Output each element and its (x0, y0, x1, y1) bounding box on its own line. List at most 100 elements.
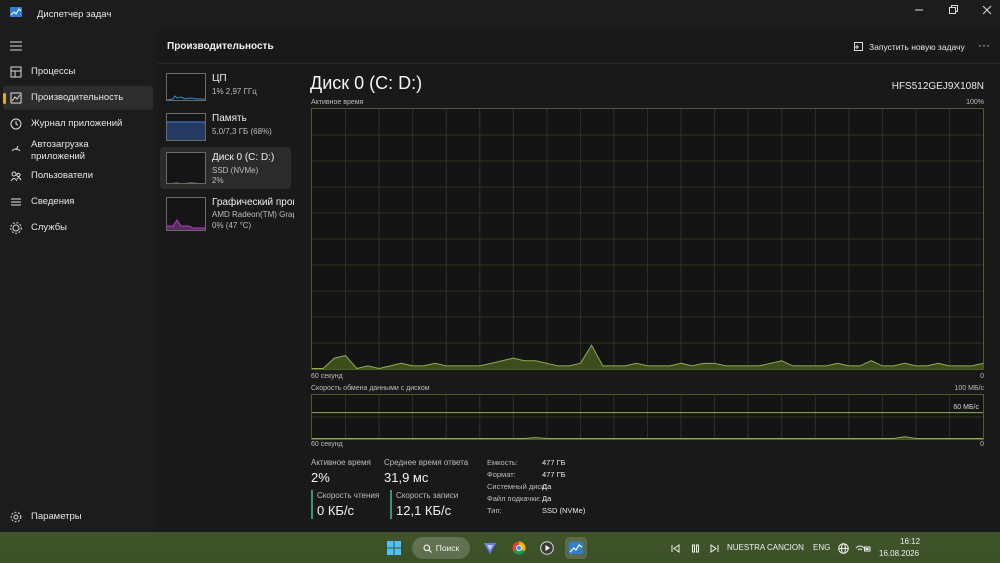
device-usage: 0% (47 °C) (212, 221, 252, 230)
taskbar: Поиск NUESTRA CANCION ENG 16:12 16.08.20… (0, 532, 1000, 563)
taskbar-app-chrome[interactable] (509, 537, 529, 559)
gear-icon (10, 511, 22, 523)
prop-type-key: Тип: (487, 506, 502, 515)
active-time-max: 100% (966, 99, 984, 106)
nav-label-services: Службы (31, 222, 67, 233)
search-icon (423, 544, 432, 553)
device-name: Диск 0 (C: D:) (212, 152, 275, 163)
clock-date[interactable]: 16.08.2026 (879, 549, 919, 558)
window-title: Диспетчер задач (37, 9, 112, 20)
nav-label-app-history: Журнал приложений (31, 118, 123, 129)
disk-model: HFS512GEJ9X108N (891, 81, 984, 92)
transfer-xlabel: 60 секунд (311, 441, 343, 448)
nav-item-app-history[interactable]: Журнал приложений (3, 112, 153, 136)
search-label: Поиск (435, 543, 460, 553)
read-speed-bar (311, 490, 313, 519)
media-next-button[interactable] (707, 537, 721, 559)
stat-read-value: 0 КБ/с (317, 503, 355, 518)
start-button[interactable] (383, 537, 405, 559)
nav-item-performance[interactable]: Производительность (3, 86, 153, 110)
prop-system-disk-value: Да (542, 482, 552, 491)
taskbar-search-button[interactable]: Поиск (412, 537, 470, 559)
run-task-label: Запустить новую задачу (869, 42, 965, 52)
device-cpu[interactable]: ЦП 1% 2,97 ГГц (160, 71, 291, 113)
taskbar-app-media-player[interactable] (537, 537, 557, 559)
stat-response-label: Среднее время ответа (384, 458, 469, 467)
cpu-thumbnail-graph (166, 73, 206, 101)
transfer-max: 100 МБ/с (954, 385, 985, 392)
stat-active-time-value: 2% (311, 470, 330, 485)
disk-thumbnail-graph (166, 152, 206, 184)
run-task-icon (854, 42, 863, 51)
nav-item-processes[interactable]: Процессы (3, 60, 153, 84)
page-title: Производительность (167, 41, 274, 52)
stat-read-label: Скорость чтения (317, 491, 380, 500)
transfer-rate-chart: 60 МБ/с (311, 394, 984, 440)
active-time-gridlines (312, 109, 983, 369)
device-gpu-0[interactable]: Графический процессор 0 AMD Radeon(TM) G… (160, 195, 294, 237)
globe-icon (837, 542, 849, 554)
nav-item-startup-apps[interactable]: Автозагрузка приложений (3, 136, 153, 166)
active-time-min: 0 (980, 373, 984, 380)
transfer-rate-plot (312, 395, 983, 439)
language-globe-button[interactable] (836, 537, 850, 559)
clock-time[interactable]: 16:12 (900, 537, 920, 546)
disk-thumbnail-svg (171, 182, 200, 183)
nav-item-users[interactable]: Пользователи (3, 164, 153, 188)
nav-item-details[interactable]: Сведения (3, 190, 153, 214)
restore-button[interactable] (938, 0, 968, 20)
content-header: Производительность Запустить новую задач… (157, 30, 1000, 64)
next-track-icon (710, 543, 718, 553)
nav-item-services[interactable]: Службы (3, 216, 153, 240)
device-detail: 5,0/7,3 ГБ (68%) (212, 127, 272, 136)
prop-type-value: SSD (NVMe) (542, 506, 586, 515)
performance-content: Производительность Запустить новую задач… (157, 30, 1000, 532)
nav-label-processes: Процессы (31, 66, 76, 77)
minimize-button[interactable] (904, 0, 934, 20)
device-usage: 2% (212, 176, 224, 185)
prop-system-disk-key: Системный диск: (487, 482, 547, 491)
nav-label-users: Пользователи (31, 170, 94, 181)
run-new-task-button[interactable]: Запустить новую задачу (854, 39, 965, 55)
taskbar-app-task-manager[interactable] (565, 537, 587, 559)
write-speed-bar (390, 490, 392, 519)
media-previous-button[interactable] (668, 537, 682, 559)
navigation-pane: Процессы Производительность Журнал прило… (0, 30, 157, 532)
hamburger-menu-icon[interactable] (9, 40, 23, 52)
task-manager-app-icon (10, 7, 22, 17)
users-icon (10, 171, 22, 182)
prop-capacity-value: 477 ГБ (542, 458, 566, 467)
stat-write-label: Скорость записи (396, 491, 459, 500)
network-battery-icon (855, 545, 871, 551)
triangle-app-icon (484, 543, 496, 554)
input-language[interactable]: ENG (813, 543, 830, 552)
nav-label-settings: Параметры (31, 511, 82, 522)
active-time-chart (311, 108, 984, 370)
task-manager-icon (569, 542, 583, 554)
device-disk-0[interactable]: Диск 0 (C: D:) SSD (NVMe) 2% (160, 147, 291, 189)
nav-label-startup-apps: Автозагрузка приложений (31, 139, 89, 162)
restore-icon (949, 5, 958, 14)
cpu-thumbnail-svg (167, 95, 205, 100)
transfer-caption: Скорость обмена данными с диском (311, 385, 430, 392)
device-name: Графический процессор 0 (212, 197, 294, 208)
media-track-title[interactable]: NUESTRA CANCION (727, 543, 804, 552)
active-time-xlabel: 60 секунд (311, 373, 343, 380)
disk-title: Диск 0 (C: D:) (310, 73, 423, 93)
system-tray-status-button[interactable] (853, 537, 873, 559)
task-manager-window: Диспетчер задач Процессы Производительно… (0, 0, 1000, 532)
stat-active-time-label: Активное время (311, 458, 371, 467)
gpu-thumbnail-svg (167, 219, 205, 230)
more-options-button[interactable]: ··· (974, 38, 994, 54)
details-icon (11, 198, 21, 206)
taskbar-app-vpn[interactable] (480, 537, 500, 559)
media-pause-button[interactable] (688, 537, 702, 559)
transfer-min: 0 (980, 441, 984, 448)
active-time-plot (312, 109, 984, 370)
nav-item-settings[interactable]: Параметры (3, 505, 153, 529)
title-bar[interactable]: Диспетчер задач (0, 0, 1000, 30)
previous-track-icon (671, 543, 679, 553)
minimize-icon (915, 9, 923, 11)
memory-thumbnail-graph (166, 113, 206, 141)
close-button[interactable] (972, 0, 1000, 20)
